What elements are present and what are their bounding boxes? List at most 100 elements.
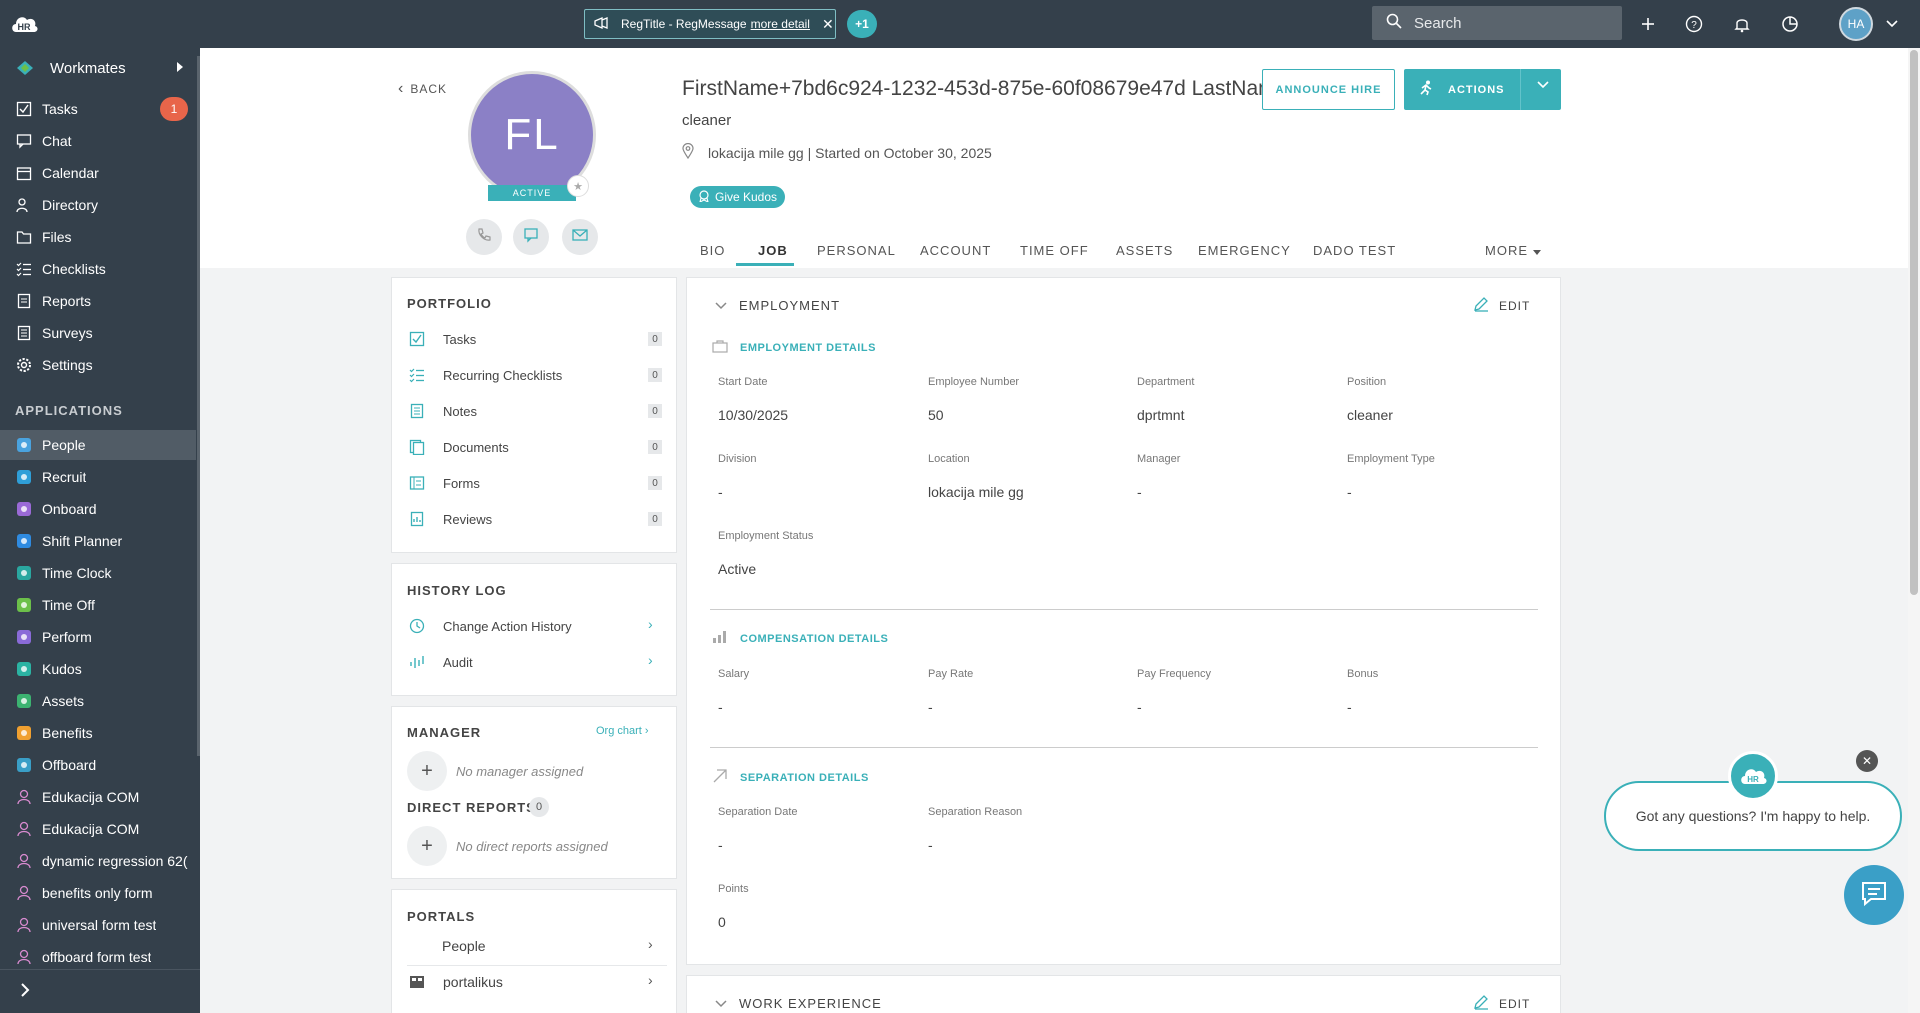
history-item-change-action[interactable]: Change Action History: [407, 616, 657, 636]
back-button[interactable]: ‹ BACK: [398, 80, 447, 98]
sidebar-item-reports[interactable]: Reports: [0, 286, 196, 316]
actions-label: ACTIONS: [1448, 83, 1505, 96]
sidebar-item-chat[interactable]: Chat: [0, 126, 196, 156]
chevron-right-icon[interactable]: ›: [648, 936, 653, 952]
sidebar-app-benefits-only-form[interactable]: benefits only form: [0, 878, 196, 908]
close-icon: ✕: [1861, 754, 1873, 768]
user-avatar[interactable]: HA: [1839, 7, 1873, 41]
applications-heading: APPLICATIONS: [15, 403, 123, 418]
chat-button[interactable]: [513, 219, 549, 255]
sidebar-app-label: Recruit: [42, 469, 87, 485]
plus-icon[interactable]: [1636, 12, 1660, 36]
tab-personal[interactable]: PERSONAL: [817, 243, 896, 258]
portfolio-item-documents[interactable]: Documents: [407, 437, 657, 457]
sidebar-app-time-off[interactable]: Time Off: [0, 590, 196, 620]
add-manager-button[interactable]: +: [407, 751, 447, 791]
tab-job[interactable]: JOB: [758, 243, 788, 258]
sidebar-item-directory[interactable]: Directory: [0, 190, 196, 220]
sidebar-app-recruit[interactable]: Recruit: [0, 462, 196, 492]
location-text: lokacija mile gg | Started on October 30…: [708, 144, 992, 161]
field-label: Location: [928, 453, 970, 465]
sidebar-collapse[interactable]: [0, 969, 200, 1013]
portal-item-people[interactable]: People: [442, 936, 662, 956]
regulatory-more-detail-link[interactable]: more detail: [751, 17, 810, 31]
sidebar-app-people[interactable]: People: [0, 430, 196, 460]
sidebar-app-offboard-form-test[interactable]: offboard form test: [0, 942, 196, 972]
tab-more[interactable]: MORE: [1485, 243, 1541, 258]
employment-collapse-toggle[interactable]: EMPLOYMENT: [715, 298, 840, 313]
caret-right-icon[interactable]: [176, 60, 184, 77]
tab-emergency[interactable]: EMERGENCY: [1198, 243, 1291, 258]
pie-chart-icon[interactable]: [1778, 12, 1802, 36]
hr-logo-icon[interactable]: HR: [8, 8, 40, 40]
app-icon: [15, 564, 33, 582]
add-direct-report-button[interactable]: +: [407, 826, 447, 866]
chevron-down-icon[interactable]: [1880, 12, 1904, 36]
star-icon[interactable]: ★: [567, 175, 589, 197]
sidebar-workmates-header[interactable]: Workmates: [0, 53, 196, 83]
sidebar-app-dynamic-regression-62-[interactable]: dynamic regression 62(: [0, 846, 196, 876]
phone-button[interactable]: [466, 219, 502, 255]
chevron-down-icon[interactable]: [1537, 80, 1549, 92]
sidebar-item-settings[interactable]: Settings: [0, 350, 196, 380]
sidebar-app-shift-planner[interactable]: Shift Planner: [0, 526, 196, 556]
sidebar-item-tasks[interactable]: Tasks 1: [0, 94, 196, 124]
sidebar-item-files[interactable]: Files: [0, 222, 196, 252]
announce-hire-button[interactable]: ANNOUNCE HIRE: [1262, 69, 1395, 110]
sidebar-app-kudos[interactable]: Kudos: [0, 654, 196, 684]
regulatory-banner[interactable]: RegTitle - RegMessage more detail ✕: [584, 9, 836, 39]
tasks-count-badge: 1: [160, 97, 188, 121]
sidebar-app-benefits[interactable]: Benefits: [0, 718, 196, 748]
portal-item-portalikus[interactable]: portalikus: [407, 972, 657, 992]
chevron-right-icon[interactable]: [20, 982, 30, 1003]
work-experience-collapse-toggle[interactable]: WORK EXPERIENCE: [715, 996, 882, 1011]
chat-launcher-button[interactable]: [1844, 865, 1904, 925]
portfolio-item-recurring-checklists[interactable]: Recurring Checklists: [407, 365, 657, 385]
sidebar-app-time-clock[interactable]: Time Clock: [0, 558, 196, 588]
email-button[interactable]: [562, 219, 598, 255]
tab-account[interactable]: ACCOUNT: [920, 243, 991, 258]
tab-assets[interactable]: ASSETS: [1116, 243, 1173, 258]
sidebar-app-universal-form-test[interactable]: universal form test: [0, 910, 196, 940]
main-scrollbar-thumb[interactable]: [1910, 50, 1918, 595]
sidebar-app-onboard[interactable]: Onboard: [0, 494, 196, 524]
more-notices-badge[interactable]: +1: [847, 10, 877, 38]
chevron-right-icon[interactable]: ›: [648, 972, 653, 988]
portfolio-item-tasks[interactable]: Tasks: [407, 329, 657, 349]
app-icon: [15, 820, 33, 838]
sidebar-item-checklists[interactable]: Checklists: [0, 254, 196, 284]
history-item-audit[interactable]: Audit: [407, 652, 657, 672]
portfolio-item-notes[interactable]: Notes: [407, 401, 657, 421]
survey-icon: [15, 324, 33, 342]
sidebar-app-assets[interactable]: Assets: [0, 686, 196, 716]
search-input[interactable]: Search: [1372, 6, 1622, 40]
portfolio-item-forms[interactable]: Forms: [407, 473, 657, 493]
tab-label: EMERGENCY: [1198, 243, 1291, 258]
give-kudos-button[interactable]: Give Kudos: [690, 186, 786, 208]
sidebar-item-calendar[interactable]: Calendar: [0, 158, 196, 188]
sidebar-item-surveys[interactable]: Surveys: [0, 318, 196, 348]
svg-text:HR: HR: [18, 22, 31, 32]
tab-dado-test[interactable]: DADO TEST: [1313, 243, 1396, 258]
sidebar-app-edukacija-com[interactable]: Edukacija COM: [0, 814, 196, 844]
actions-button[interactable]: ACTIONS: [1404, 69, 1561, 110]
sidebar-app-offboard[interactable]: Offboard: [0, 750, 196, 780]
portfolio-item-icon: [407, 474, 427, 492]
tab-bio[interactable]: BIO: [700, 243, 725, 258]
employment-edit-button[interactable]: EDIT: [1473, 296, 1530, 315]
sidebar-app-edukacija-com[interactable]: Edukacija COM: [0, 782, 196, 812]
portfolio-item-reviews[interactable]: Reviews: [407, 509, 657, 529]
portfolio-card: PORTFOLIO Tasks 0 Recurring Checklists 0 Not…: [391, 277, 677, 553]
field-value: 10/30/2025: [718, 407, 789, 423]
help-icon[interactable]: ?: [1682, 12, 1706, 36]
org-chart-link[interactable]: Org chart ›: [596, 725, 649, 737]
work-experience-edit-button[interactable]: EDIT: [1473, 994, 1530, 1013]
app-icon: [15, 852, 33, 870]
close-icon[interactable]: ✕: [822, 16, 834, 33]
tab-time-off[interactable]: TIME OFF: [1020, 243, 1089, 258]
sidebar-app-perform[interactable]: Perform: [0, 622, 196, 652]
bell-icon[interactable]: [1730, 12, 1754, 36]
chevron-right-icon[interactable]: ›: [648, 616, 653, 632]
chevron-right-icon[interactable]: ›: [648, 652, 653, 668]
chat-close-button[interactable]: ✕: [1856, 750, 1878, 772]
